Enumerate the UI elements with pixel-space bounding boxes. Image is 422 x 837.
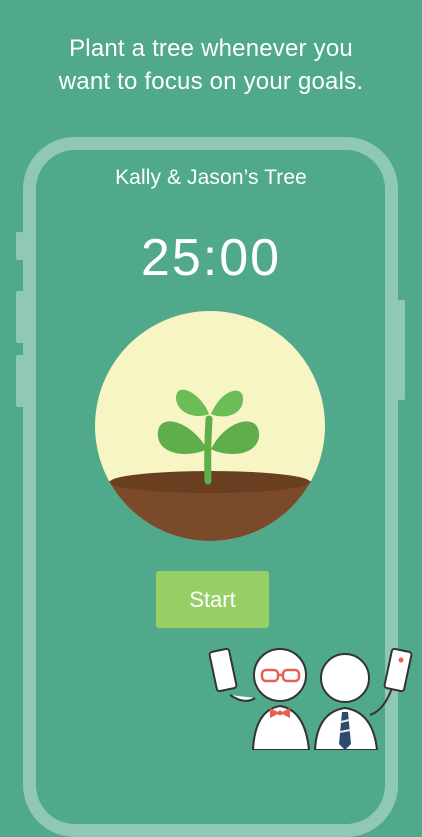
tree-title: Kally & Jason’s Tree <box>115 166 307 189</box>
phone-volume-down-button <box>16 355 24 407</box>
headline-line-2: want to focus on your goals. <box>58 68 364 95</box>
phone-power-button <box>397 300 405 400</box>
phone-volume-up-button <box>16 291 24 343</box>
mascots-illustration <box>208 647 413 750</box>
person-with-glasses-and-bowtie-icon <box>208 647 311 750</box>
focus-timer: 25:00 <box>140 229 282 287</box>
headline-line-1: Plant a tree whenever you <box>69 35 353 62</box>
marketing-headline: Plant a tree whenever you want to focus … <box>0 32 422 98</box>
start-button[interactable]: Start <box>156 571 269 628</box>
sapling-in-soil-icon <box>95 311 325 541</box>
person-with-tie-icon <box>313 647 413 750</box>
plant-stem <box>204 415 213 485</box>
